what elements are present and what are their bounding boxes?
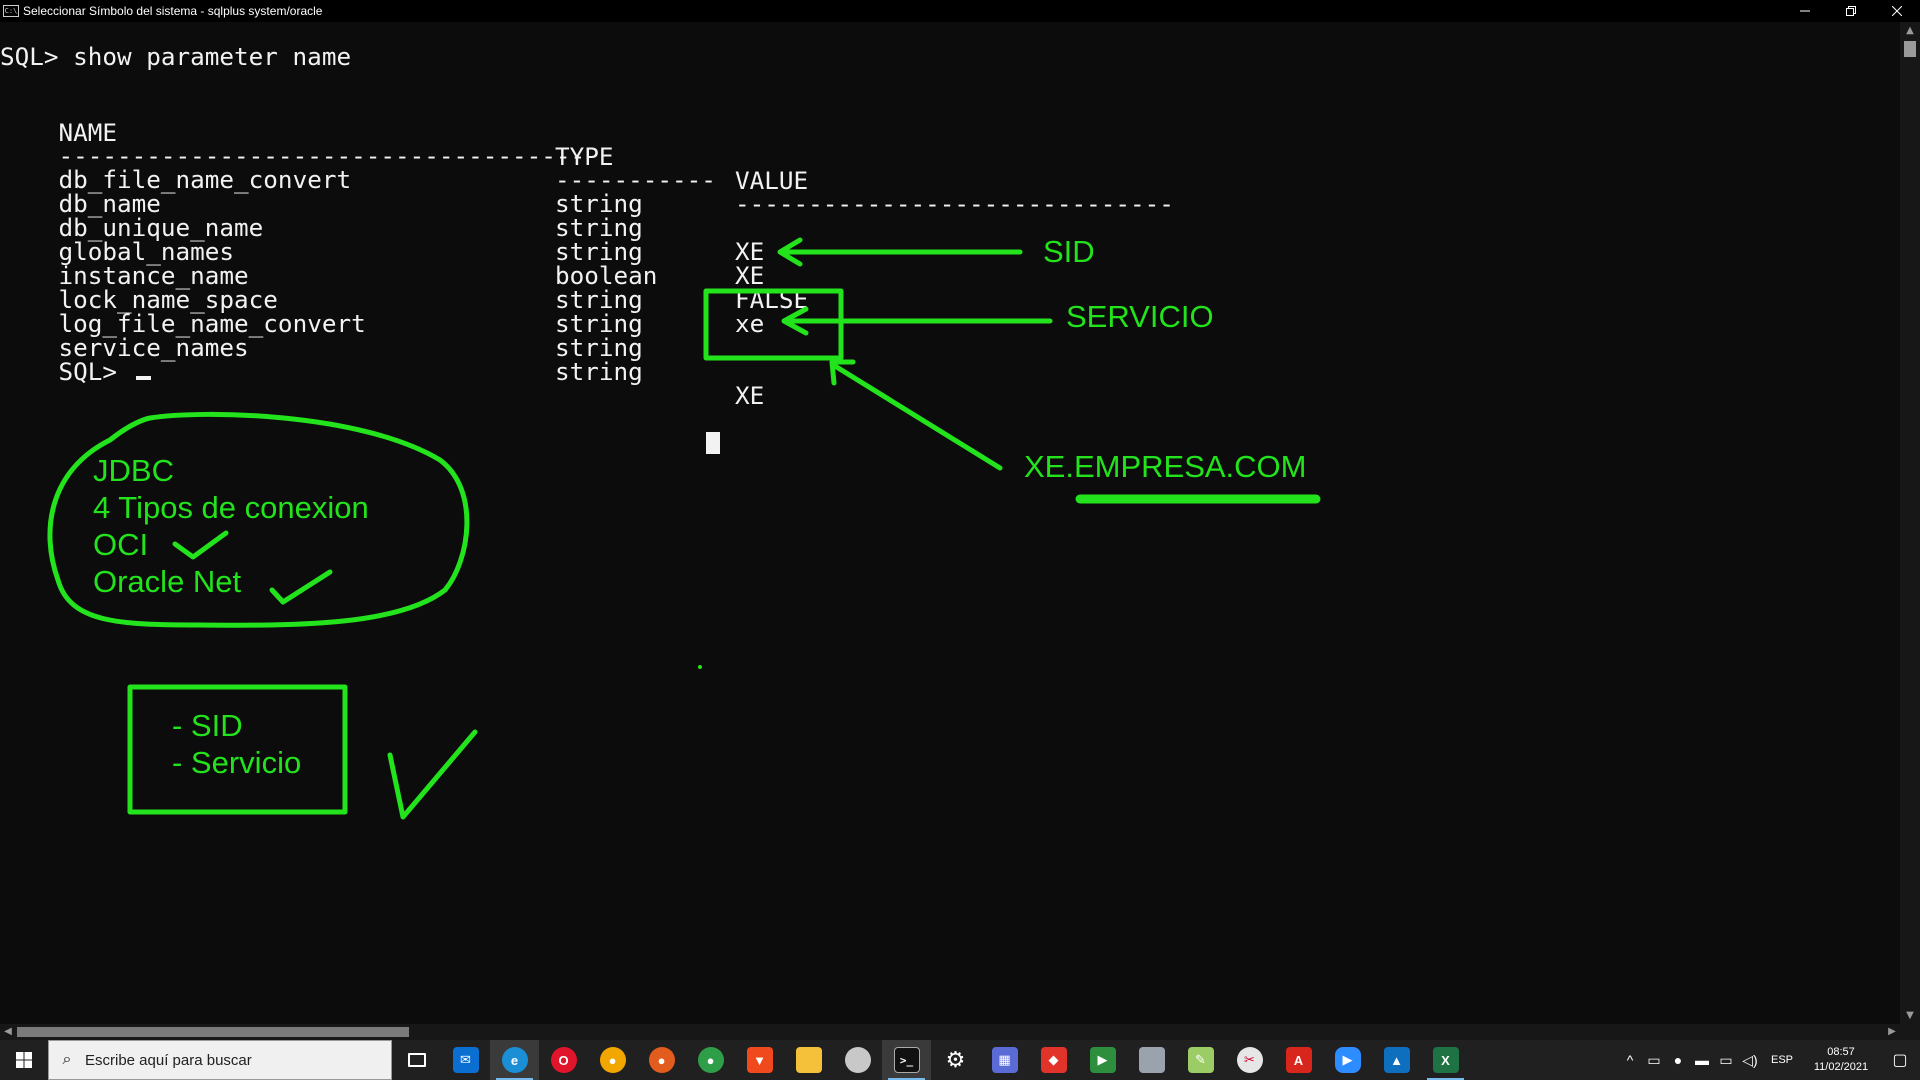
settings-button[interactable]: ⚙ <box>931 1040 980 1080</box>
selection-block <box>706 432 720 454</box>
windows-logo-icon <box>16 1052 32 1068</box>
battery-icon[interactable]: ▬ <box>1690 1052 1714 1068</box>
zoom-icon: ▶ <box>1334 1047 1361 1073</box>
edge-button[interactable]: e <box>490 1040 539 1080</box>
network-icon[interactable]: ▭ <box>1714 1052 1738 1069</box>
window-title: Seleccionar Símbolo del sistema - sqlplu… <box>23 4 323 18</box>
clock-date: 11/02/2021 <box>1813 1061 1869 1073</box>
notification-icon[interactable]: ▢ <box>1880 1050 1920 1070</box>
horizontal-scrollbar[interactable]: ◀ ▶ <box>0 1024 1900 1040</box>
taskbar-search-box[interactable]: ⌕ Escribe aquí para buscar <box>48 1040 392 1080</box>
tool-button[interactable] <box>1127 1040 1176 1080</box>
calculator-button[interactable]: ▦ <box>980 1040 1029 1080</box>
vertical-scrollbar[interactable]: ▲ ▼ <box>1900 22 1920 1024</box>
chrome-canary-icon: ● <box>599 1047 626 1073</box>
settings-icon: ⚙ <box>945 1047 966 1072</box>
meet-now-icon[interactable]: ▭ <box>1642 1052 1666 1069</box>
minimize-icon <box>1800 10 1810 12</box>
file-explorer-icon <box>795 1047 822 1073</box>
search-placeholder: Escribe aquí para buscar <box>85 1051 252 1069</box>
scroll-left-icon[interactable]: ◀ <box>0 1024 16 1040</box>
mail-button[interactable]: ✉ <box>441 1040 490 1080</box>
jdbc-line: 4 Tipos de conexion <box>93 490 369 525</box>
table-row: service_names string XE <box>0 312 1200 432</box>
sid-label: SID <box>1043 234 1095 269</box>
excel-button[interactable]: X <box>1421 1040 1470 1080</box>
photos-button[interactable]: ▲ <box>1372 1040 1421 1080</box>
vertical-scroll-thumb[interactable] <box>1904 41 1916 57</box>
acrobat-icon: A <box>1285 1047 1312 1073</box>
jdbc-line: Oracle Net <box>93 564 242 599</box>
task-view-button[interactable] <box>392 1040 441 1080</box>
restore-icon <box>1846 6 1856 16</box>
notepad-icon: ✎ <box>1187 1047 1214 1073</box>
chrome-button[interactable]: ● <box>686 1040 735 1080</box>
chevron-up-icon[interactable]: ^ <box>1618 1052 1642 1068</box>
clock-time: 08:57 <box>1827 1046 1855 1058</box>
jdbc-line: JDBC <box>93 453 174 488</box>
horizontal-scroll-thumb[interactable] <box>17 1027 409 1037</box>
jdbc-line: OCI <box>93 527 149 562</box>
firefox-button[interactable]: ● <box>637 1040 686 1080</box>
start-button[interactable] <box>0 1040 48 1080</box>
firefox-icon: ● <box>648 1047 675 1073</box>
scroll-right-icon[interactable]: ▶ <box>1884 1024 1900 1040</box>
anydesk-icon: ◆ <box>1040 1047 1067 1073</box>
param-value: XE <box>735 381 765 410</box>
language-indicator[interactable]: ESP <box>1762 1054 1802 1066</box>
opera-icon: O <box>550 1047 577 1073</box>
close-icon <box>1892 6 1902 16</box>
scroll-down-icon[interactable]: ▼ <box>1900 1007 1920 1024</box>
servicio-label: SERVICIO <box>1066 299 1214 334</box>
close-button[interactable] <box>1874 0 1920 22</box>
title-bar: C:\ Seleccionar Símbolo del sistema - sq… <box>0 0 1920 22</box>
zoom-button[interactable]: ▶ <box>1323 1040 1372 1080</box>
sql-prompt: SQL> <box>58 357 132 386</box>
notepad-button[interactable]: ✎ <box>1176 1040 1225 1080</box>
brave-button[interactable]: ▼ <box>735 1040 784 1080</box>
media-player-icon: ▶ <box>1089 1047 1116 1073</box>
taskbar: ⌕ Escribe aquí para buscar ✉ e O ● ● ● ▼… <box>0 1040 1920 1080</box>
opera-button[interactable]: O <box>539 1040 588 1080</box>
paint-button[interactable] <box>833 1040 882 1080</box>
minimize-button[interactable] <box>1782 0 1828 22</box>
brave-icon: ▼ <box>746 1047 773 1073</box>
box-line: - SID <box>172 708 243 743</box>
anydesk-button[interactable]: ◆ <box>1029 1040 1078 1080</box>
file-explorer-button[interactable] <box>784 1040 833 1080</box>
media-player-button[interactable]: ▶ <box>1078 1040 1127 1080</box>
tool-icon <box>1138 1047 1165 1073</box>
box-line: - Servicio <box>172 745 302 780</box>
system-tray: ^ ▭ ● ▬ ▭ ◁) ESP 08:57 11/02/2021 ▢ <box>1618 1040 1920 1080</box>
prompt-line[interactable]: SQL> <box>0 336 151 408</box>
scroll-up-icon[interactable]: ▲ <box>1900 22 1920 39</box>
edge-icon: e <box>501 1047 528 1073</box>
paint-icon <box>844 1047 871 1073</box>
param-type: string <box>555 357 643 386</box>
volume-icon[interactable]: ◁) <box>1738 1052 1762 1069</box>
cmd-app-icon: C:\ <box>3 5 19 17</box>
command-line: SQL> show parameter name <box>0 42 352 71</box>
snipping-icon: ✂ <box>1236 1047 1263 1073</box>
restore-button[interactable] <box>1828 0 1874 22</box>
text-cursor <box>135 376 151 380</box>
domain-label: XE.EMPRESA.COM <box>1024 449 1307 484</box>
task-view-icon <box>407 1053 426 1067</box>
chrome-canary-button[interactable]: ● <box>588 1040 637 1080</box>
clock[interactable]: 08:57 11/02/2021 <box>1802 1045 1880 1075</box>
photos-icon: ▲ <box>1383 1047 1410 1073</box>
terminal-button[interactable]: >_ <box>882 1040 931 1080</box>
excel-icon: X <box>1432 1047 1459 1073</box>
calculator-icon: ▦ <box>991 1047 1018 1073</box>
chrome-icon: ● <box>697 1047 724 1073</box>
acrobat-button[interactable]: A <box>1274 1040 1323 1080</box>
mail-icon: ✉ <box>452 1047 479 1073</box>
terminal-icon: >_ <box>893 1047 920 1073</box>
microphone-icon[interactable]: ● <box>1666 1052 1690 1068</box>
search-icon: ⌕ <box>62 1051 72 1068</box>
snipping-button[interactable]: ✂ <box>1225 1040 1274 1080</box>
scrollbar-corner <box>1900 1024 1920 1040</box>
